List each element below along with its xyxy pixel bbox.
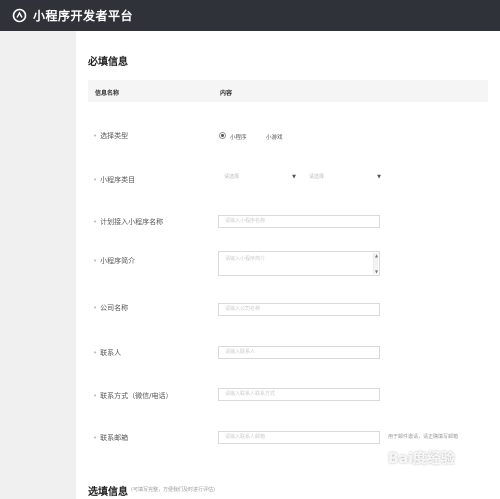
required-section-title: 必填信息 [88, 57, 128, 68]
logo-icon[interactable] [12, 8, 27, 23]
column-header-content: 内容 [220, 90, 233, 97]
top-bar: 小程序开发者平台 [0, 0, 500, 31]
email-hint: 用于邮件邀请，请正确填写邮箱 [388, 434, 459, 440]
row-label-contact: • 联系人 [93, 349, 122, 357]
row-label-category: • 小程序类目 [93, 176, 136, 184]
scroll-down-icon[interactable]: ▼ [374, 269, 379, 274]
intro-textarea[interactable]: 请输入小程序简介 ▲ ▼ [218, 251, 380, 276]
contact-method-input[interactable]: 请输入联系人联系方式 [218, 388, 380, 401]
optional-section-note: (可填写完整，方便我们及时进行评估) [131, 487, 215, 493]
chevron-down-icon: ▼ [377, 174, 381, 180]
chevron-down-icon: ▼ [292, 174, 296, 180]
category-select-secondary[interactable]: 请选择 ▼ [306, 171, 381, 184]
textarea-scrollbar[interactable]: ▲ ▼ [373, 253, 378, 274]
name-input[interactable]: 请输入小程序名称 [218, 215, 380, 228]
row-label-email: • 联系邮箱 [93, 434, 129, 442]
table-header: 信息名称 内容 [88, 80, 488, 102]
row-label-name: • 计划接入小程序名称 [93, 218, 164, 226]
scroll-up-icon[interactable]: ▲ [374, 253, 379, 258]
contact-input[interactable]: 请输入联系人 [218, 346, 380, 359]
category-select-primary[interactable]: 请选择 ▼ [221, 171, 296, 184]
app-title: 小程序开发者平台 [33, 9, 134, 23]
optional-section-title: 选填信息 [88, 487, 128, 498]
row-label-type: • 选择类型 [93, 132, 129, 140]
column-header-name: 信息名称 [95, 90, 120, 97]
radio-miniprogram[interactable] [219, 132, 226, 139]
email-input[interactable]: 请输入联系人邮箱 [218, 431, 380, 444]
radio-label-minigame[interactable]: 小游戏 [266, 133, 283, 141]
row-label-contact-method: • 联系方式（微信/电话） [93, 392, 173, 400]
company-input[interactable]: 请输入公司名称 [218, 303, 380, 316]
row-label-company: • 公司名称 [93, 304, 129, 312]
row-label-intro: • 小程序简介 [93, 257, 136, 265]
watermark: Bai度经验 [388, 451, 455, 467]
radio-label-miniprogram[interactable]: 小程序 [230, 133, 247, 141]
